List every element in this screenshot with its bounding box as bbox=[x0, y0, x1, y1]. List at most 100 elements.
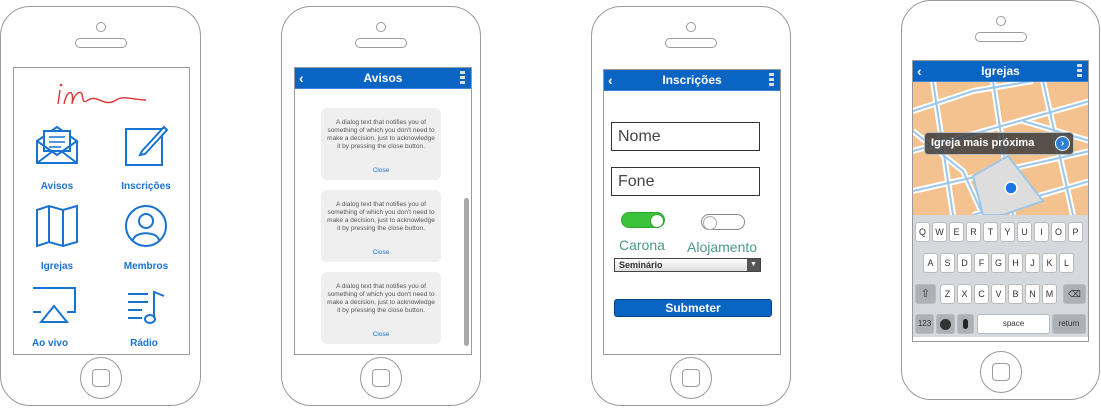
map-icon[interactable] bbox=[35, 204, 79, 248]
menu-label-avisos[interactable]: Avisos bbox=[17, 181, 97, 192]
phone-2: ‹ Avisos A dialog text that notifies you… bbox=[281, 6, 481, 406]
key-a[interactable]: A bbox=[923, 253, 938, 273]
home-button[interactable] bbox=[360, 357, 402, 399]
music-list-icon[interactable] bbox=[126, 290, 166, 326]
chevron-right-icon[interactable]: › bbox=[1055, 136, 1070, 151]
key-z[interactable]: Z bbox=[940, 284, 955, 304]
key-m[interactable]: M bbox=[1042, 284, 1057, 304]
key-f[interactable]: F bbox=[974, 253, 989, 273]
phone-1: Avisos Inscrições Igrejas Membros Ao viv… bbox=[0, 6, 201, 406]
menu-label-membros[interactable]: Membros bbox=[106, 261, 186, 272]
alojamento-toggle[interactable] bbox=[701, 214, 745, 230]
key-g[interactable]: G bbox=[991, 253, 1006, 273]
carona-toggle[interactable] bbox=[621, 212, 665, 228]
envelope-icon[interactable] bbox=[35, 121, 79, 165]
menu-icon[interactable] bbox=[460, 71, 465, 84]
app-logo bbox=[57, 83, 147, 105]
home-screen: Avisos Inscrições Igrejas Membros Ao viv… bbox=[13, 67, 190, 355]
numbers-key[interactable]: 123 bbox=[915, 314, 934, 334]
pencil-icon[interactable] bbox=[124, 123, 168, 167]
page-title: Inscrições bbox=[662, 73, 722, 87]
key-w[interactable]: W bbox=[932, 222, 947, 242]
dialog-close-button[interactable]: Close bbox=[321, 331, 441, 339]
backspace-key[interactable]: ⌫ bbox=[1063, 284, 1086, 304]
key-r[interactable]: R bbox=[966, 222, 981, 242]
person-icon[interactable] bbox=[124, 204, 168, 248]
alojamento-label: Alojamento bbox=[687, 239, 758, 255]
camera bbox=[686, 22, 696, 32]
title-bar: ‹ Igrejas bbox=[913, 61, 1088, 82]
microphone-icon bbox=[963, 319, 968, 329]
carona-label: Carona bbox=[619, 237, 665, 253]
key-t[interactable]: T bbox=[983, 222, 998, 242]
phone-3: ‹ Inscrições Nome Fone Carona Alojamento… bbox=[591, 6, 791, 406]
home-button[interactable] bbox=[79, 357, 122, 399]
key-p[interactable]: P bbox=[1068, 222, 1083, 242]
menu-label-igrejas[interactable]: Igrejas bbox=[17, 261, 97, 272]
home-button[interactable] bbox=[979, 351, 1022, 393]
space-key[interactable]: space bbox=[977, 314, 1050, 334]
scrollbar[interactable] bbox=[464, 198, 469, 346]
dialog-close-button[interactable]: Close bbox=[321, 249, 441, 257]
key-q[interactable]: Q bbox=[915, 222, 930, 242]
key-y[interactable]: Y bbox=[1000, 222, 1015, 242]
inscricoes-screen: ‹ Inscrições Nome Fone Carona Alojamento… bbox=[603, 69, 781, 355]
submit-button[interactable]: Submeter bbox=[614, 299, 772, 317]
return-key[interactable]: return bbox=[1052, 314, 1086, 334]
menu-icon[interactable] bbox=[1077, 64, 1082, 77]
key-x[interactable]: X bbox=[957, 284, 972, 304]
key-d[interactable]: D bbox=[957, 253, 972, 273]
camera bbox=[95, 22, 106, 32]
key-c[interactable]: C bbox=[974, 284, 989, 304]
key-o[interactable]: O bbox=[1051, 222, 1066, 242]
key-v[interactable]: V bbox=[991, 284, 1006, 304]
speaker bbox=[665, 38, 717, 48]
key-u[interactable]: U bbox=[1017, 222, 1032, 242]
phone-4: Igreja mais próxima › ‹ Igrejas Q W E R … bbox=[901, 0, 1100, 400]
nearest-church-callout[interactable]: Igreja mais próxima › bbox=[924, 132, 1074, 155]
dialog-text: A dialog text that notifies you of somet… bbox=[327, 201, 435, 232]
microphone-key[interactable] bbox=[957, 314, 974, 334]
key-k[interactable]: K bbox=[1042, 253, 1057, 273]
speaker bbox=[355, 38, 407, 48]
speaker bbox=[74, 38, 127, 48]
select-value: Seminário bbox=[619, 260, 663, 270]
back-icon[interactable]: ‹ bbox=[917, 61, 922, 81]
back-icon[interactable]: ‹ bbox=[299, 68, 304, 88]
chevron-down-icon: ▼ bbox=[747, 259, 760, 271]
key-j[interactable]: J bbox=[1025, 253, 1040, 273]
page-title: Avisos bbox=[363, 71, 403, 85]
toggle-knob bbox=[703, 216, 717, 230]
key-s[interactable]: S bbox=[940, 253, 955, 273]
menu-label-ao-vivo[interactable]: Ao vivo bbox=[14, 338, 90, 349]
back-icon[interactable]: ‹ bbox=[608, 70, 613, 90]
menu-label-inscricoes[interactable]: Inscrições bbox=[106, 181, 186, 192]
key-i[interactable]: I bbox=[1034, 222, 1049, 242]
title-bar: ‹ Avisos bbox=[295, 68, 471, 89]
event-select[interactable]: Seminário ▼ bbox=[614, 258, 761, 272]
camera bbox=[995, 16, 1006, 26]
dialog-close-button[interactable]: Close bbox=[321, 167, 441, 175]
key-h[interactable]: H bbox=[1008, 253, 1023, 273]
dialog-text: A dialog text that notifies you of somet… bbox=[327, 119, 435, 150]
camera bbox=[376, 22, 386, 32]
home-button[interactable] bbox=[670, 357, 712, 399]
key-e[interactable]: E bbox=[949, 222, 964, 242]
airplay-icon[interactable] bbox=[31, 286, 77, 326]
menu-label-radio[interactable]: Rádio bbox=[104, 338, 184, 349]
globe-key[interactable] bbox=[936, 314, 955, 334]
title-bar: ‹ Inscrições bbox=[604, 70, 780, 91]
dialog-2: A dialog text that notifies you of somet… bbox=[321, 190, 441, 262]
name-field[interactable]: Nome bbox=[611, 122, 760, 151]
globe-icon bbox=[940, 319, 951, 330]
callout-text: Igreja mais próxima bbox=[931, 137, 1035, 149]
key-n[interactable]: N bbox=[1025, 284, 1040, 304]
key-b[interactable]: B bbox=[1008, 284, 1023, 304]
phone-field[interactable]: Fone bbox=[611, 167, 760, 196]
menu-icon[interactable] bbox=[769, 73, 774, 86]
igrejas-screen: Igreja mais próxima › ‹ Igrejas Q W E R … bbox=[912, 60, 1089, 342]
key-l[interactable]: L bbox=[1059, 253, 1074, 273]
dialog-text: A dialog text that notifies you of somet… bbox=[327, 283, 435, 314]
page-title: Igrejas bbox=[981, 64, 1020, 78]
shift-key[interactable]: ⇧ bbox=[915, 284, 936, 304]
